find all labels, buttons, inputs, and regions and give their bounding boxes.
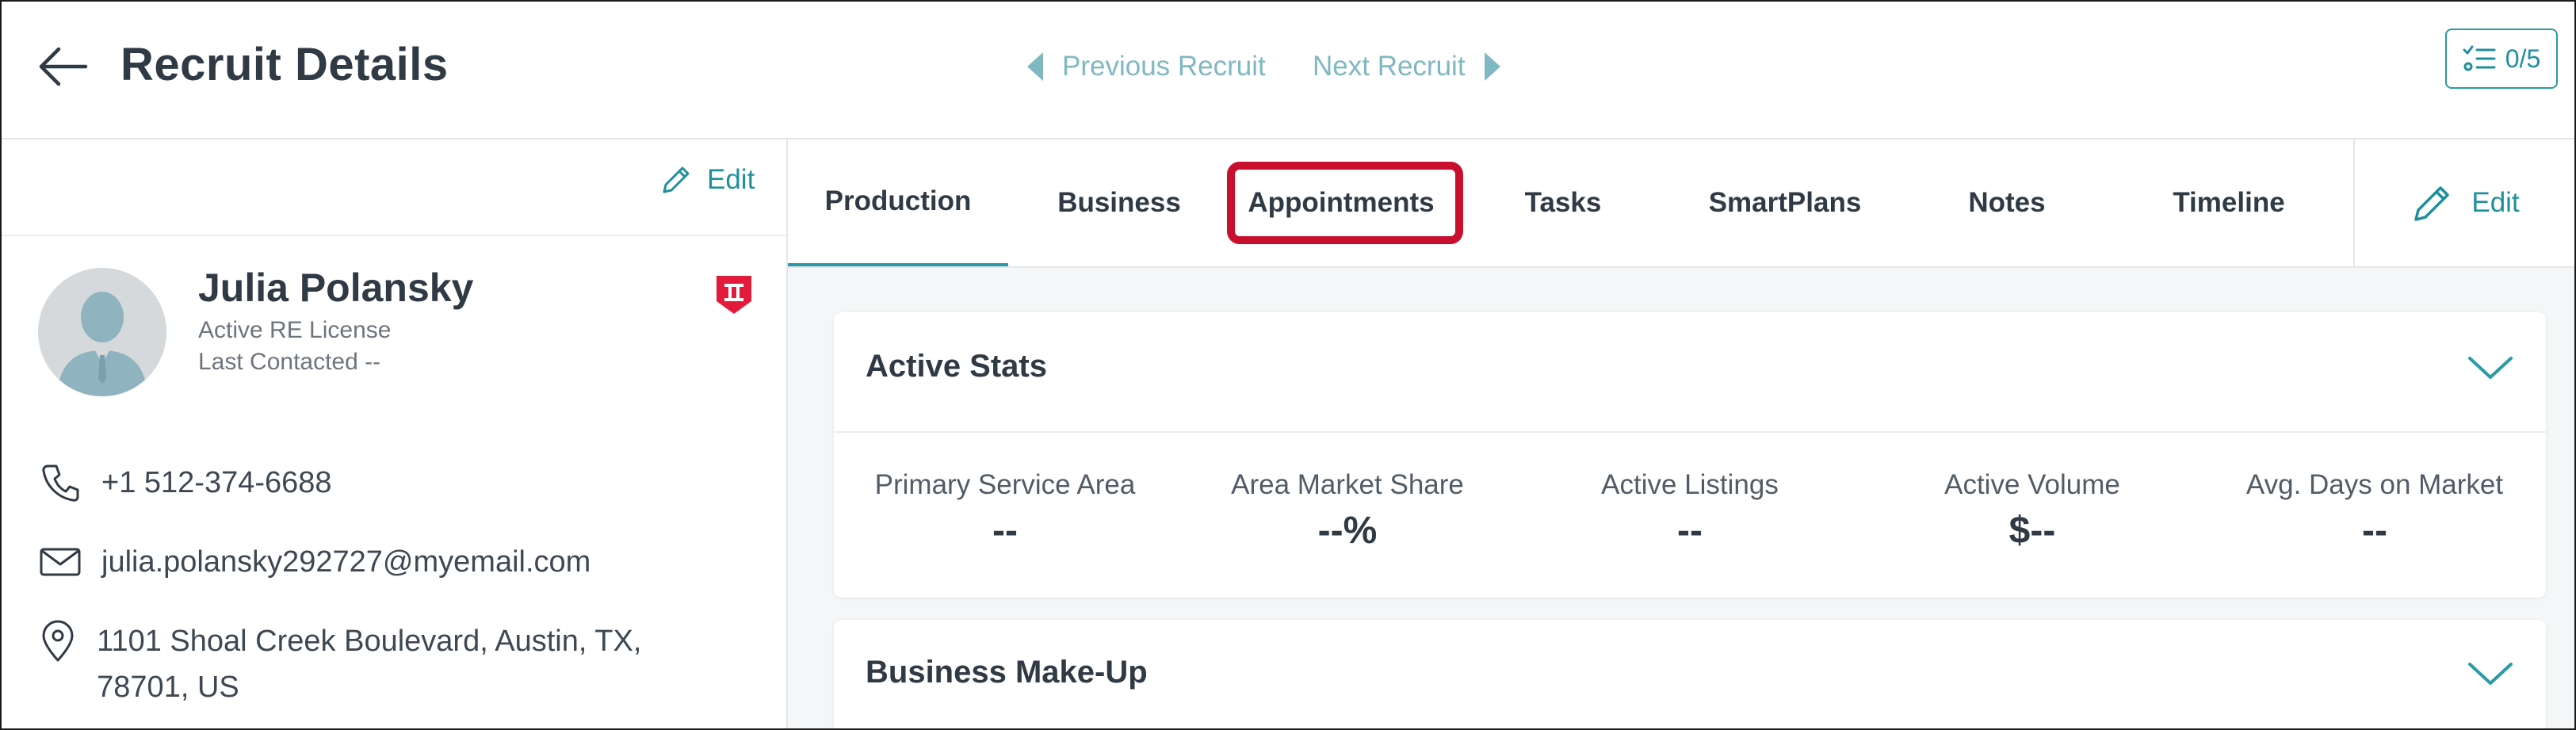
last-contacted: Last Contacted -- (198, 349, 381, 375)
tabs-edit-button[interactable]: Edit (2353, 140, 2574, 268)
previous-recruit-label: Previous Recruit (1062, 51, 1266, 82)
divider (834, 431, 2546, 433)
tab-production[interactable]: Production (788, 140, 1008, 266)
email-row[interactable]: julia.polansky292727@myemail.com (38, 539, 590, 585)
tab-notes[interactable]: Notes (1896, 140, 2118, 266)
stat-value: -- (992, 510, 1018, 552)
stat-active-volume: Active Volume $-- (1861, 469, 2203, 552)
tab-business[interactable]: Business (1008, 140, 1230, 266)
pencil-icon (2414, 186, 2450, 221)
email-address: julia.polansky292727@myemail.com (101, 545, 591, 579)
tab-bar: Production Business Appointments Tasks S… (788, 140, 2353, 268)
checklist-icon (2463, 45, 2496, 71)
profile-edit-label: Edit (707, 164, 755, 195)
stat-value: -- (2362, 510, 2387, 552)
business-makeup-card: Business Make-Up (834, 620, 2546, 728)
tab-timeline[interactable]: Timeline (2118, 140, 2340, 266)
stat-active-listings: Active Listings -- (1519, 469, 1861, 552)
profile-panel: Edit Julia Polansky Active RE License La… (2, 140, 788, 728)
license-status: Active RE License (198, 317, 392, 343)
active-stats-title: Active Stats (866, 349, 1047, 384)
phone-icon (38, 460, 82, 506)
address: 1101 Shoal Creek Boulevard, Austin, TX, … (97, 625, 642, 704)
caret-right-icon (1484, 52, 1500, 81)
divider (2, 235, 786, 236)
shield-badge-icon (715, 274, 753, 315)
person-silhouette-icon (38, 268, 166, 396)
stat-primary-service-area: Primary Service Area -- (834, 469, 1176, 552)
main-content: Active Stats Primary Service Area -- Are… (788, 268, 2574, 728)
chevron-down-icon[interactable] (2467, 354, 2514, 382)
caret-left-icon (1027, 52, 1043, 81)
phone-number: +1 512-374-6688 (101, 466, 332, 499)
stat-label: Avg. Days on Market (2245, 469, 2504, 500)
page-header: Recruit Details Previous Recruit Next Re… (2, 2, 2574, 140)
back-button[interactable] (38, 46, 89, 87)
profile-edit-button[interactable]: Edit (659, 163, 755, 197)
stat-avg-days-on-market: Avg. Days on Market -- (2203, 469, 2546, 552)
address-row[interactable]: 1101 Shoal Creek Boulevard, Austin, TX, … (38, 618, 720, 710)
tab-appointments[interactable]: Appointments (1230, 140, 1452, 266)
stat-area-market-share: Area Market Share --% (1176, 469, 1519, 552)
map-pin-icon (38, 618, 78, 664)
checklist-button[interactable]: 0/5 (2445, 29, 2558, 89)
envelope-icon (38, 539, 82, 585)
stat-value: $-- (2008, 510, 2056, 552)
business-makeup-title: Business Make-Up (866, 655, 1148, 690)
stat-value: -- (1677, 510, 1703, 552)
tab-tasks[interactable]: Tasks (1452, 140, 1674, 266)
stat-value: --% (1317, 510, 1378, 552)
stat-label: Active Volume (1944, 469, 2120, 500)
next-recruit-label: Next Recruit (1313, 51, 1466, 82)
checklist-count: 0/5 (2505, 44, 2541, 73)
stat-label: Primary Service Area (874, 469, 1136, 500)
active-stats-card: Active Stats Primary Service Area -- Are… (834, 312, 2546, 598)
phone-row[interactable]: +1 512-374-6688 (38, 460, 332, 506)
arrow-left-icon (39, 47, 88, 86)
pencil-icon (663, 166, 690, 193)
stat-label: Area Market Share (1231, 469, 1464, 500)
tabs-edit-label: Edit (2471, 187, 2520, 218)
page-title: Recruit Details (120, 39, 449, 90)
chevron-down-icon[interactable] (2467, 659, 2514, 688)
next-recruit-button[interactable]: Next Recruit (1313, 46, 1500, 87)
avatar (38, 268, 166, 396)
tab-smartplans[interactable]: SmartPlans (1674, 140, 1896, 266)
app-frame: Recruit Details Previous Recruit Next Re… (0, 0, 2576, 730)
previous-recruit-button[interactable]: Previous Recruit (1027, 46, 1266, 87)
contact-name: Julia Polansky (198, 266, 474, 310)
stat-label: Active Listings (1601, 469, 1779, 500)
